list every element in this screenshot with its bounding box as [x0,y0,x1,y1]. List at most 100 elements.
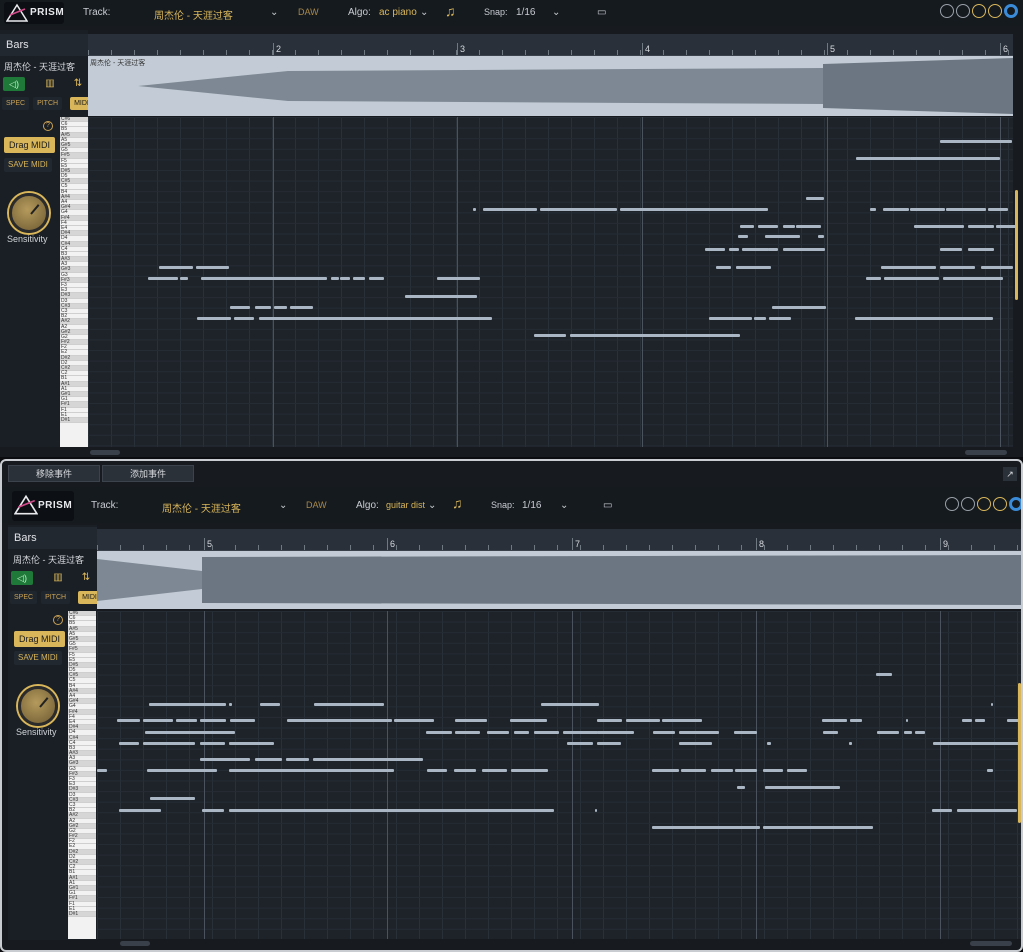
redo-icon[interactable] [961,497,975,511]
midi-note[interactable] [597,719,622,722]
midi-note[interactable] [117,719,140,722]
midi-note[interactable] [772,306,826,309]
midi-note[interactable] [818,235,824,238]
midi-note[interactable] [796,225,821,228]
piano-key[interactable]: D#1 [68,911,96,918]
midi-note[interactable] [914,225,964,228]
midi-note[interactable] [148,277,178,280]
track-select[interactable]: 周杰伦 - 天涯过客 [154,7,233,22]
chevron-down-icon[interactable]: ⌄ [428,500,436,511]
power-icon[interactable] [1004,4,1018,18]
midi-note[interactable] [876,673,892,676]
chevron-down-icon[interactable]: ⌄ [560,500,568,511]
midi-note[interactable] [150,797,195,800]
bar-ruler[interactable]: 5 6 7 8 9 [97,529,1021,551]
midi-note[interactable] [405,295,477,298]
midi-note[interactable] [97,769,107,772]
midi-note[interactable] [981,266,1013,269]
midi-note[interactable] [806,197,824,200]
midi-note[interactable] [159,266,193,269]
vertical-scrollbar[interactable] [1015,190,1018,300]
help-icon[interactable] [993,497,1007,511]
monitor-icon[interactable]: ▭ [597,7,606,18]
midi-note[interactable] [679,742,712,745]
midi-note[interactable] [850,719,862,722]
midi-note[interactable] [763,769,783,772]
chevron-down-icon[interactable]: ⌄ [279,500,287,511]
midi-note[interactable] [511,769,548,772]
midi-note[interactable] [200,742,225,745]
waveform[interactable] [97,551,1021,609]
midi-note[interactable] [652,826,760,829]
midi-note[interactable] [653,731,675,734]
midi-note[interactable] [783,248,825,251]
midi-note[interactable] [287,719,392,722]
midi-note[interactable] [763,826,873,829]
chevron-down-icon[interactable]: ⌄ [270,7,278,18]
midi-note[interactable] [943,277,1003,280]
midi-note[interactable] [987,769,993,772]
midi-note[interactable] [915,731,925,734]
piano-roll-grid[interactable] [97,611,1021,939]
daw-button[interactable]: DAW [306,500,327,510]
midi-note[interactable] [740,225,754,228]
midi-note[interactable] [652,769,679,772]
midi-note[interactable] [597,731,634,734]
chevron-down-icon[interactable]: ⌄ [420,7,428,18]
zoom-scrollbar[interactable] [970,941,1012,946]
midi-note[interactable] [877,731,899,734]
spec-button[interactable]: SPEC [2,97,30,110]
expand-icon[interactable]: ↗ [1003,467,1017,481]
midi-note[interactable] [567,703,599,706]
midi-note[interactable] [426,731,452,734]
midi-note[interactable] [563,731,598,734]
midi-note[interactable] [331,277,339,280]
midi-note[interactable] [454,769,476,772]
midi-note[interactable] [274,306,287,309]
midi-note[interactable] [884,277,939,280]
gear-icon[interactable] [972,4,986,18]
midi-note[interactable] [147,769,217,772]
midi-note[interactable] [119,742,139,745]
redo-icon[interactable] [956,4,970,18]
midi-note[interactable] [353,277,365,280]
midi-note[interactable] [314,703,384,706]
piano-keys[interactable]: C#6 C6 B5 A#5 A5 G#5 G5 F#5 F5 E5 D#5 D5 C#5 C5 B4 A#4 A… [68,611,96,939]
midi-note[interactable] [620,208,768,211]
midi-note[interactable] [736,266,771,269]
midi-note[interactable] [229,769,394,772]
midi-note[interactable] [681,769,706,772]
midi-note[interactable] [765,786,840,789]
midi-note[interactable] [933,742,1021,745]
bar-ruler[interactable]: 2 3 4 5 6 [88,34,1013,56]
music-note-icon[interactable]: ♫ [445,3,456,19]
midi-note[interactable] [768,248,778,251]
midi-note[interactable] [910,157,1000,160]
waveform[interactable]: 周杰伦 - 天涯过客 [88,56,1013,116]
drag-midi-button[interactable]: Drag MIDI [4,137,56,153]
piano-key[interactable]: D#1 [60,417,88,424]
track-select[interactable]: 周杰伦 - 天涯过客 [162,500,241,515]
chevron-down-icon[interactable]: ⌄ [552,7,560,18]
midi-note[interactable] [910,208,945,211]
midi-note[interactable] [679,731,719,734]
midi-note[interactable] [758,225,778,228]
sensitivity-knob[interactable] [9,193,49,233]
midi-note[interactable] [176,719,197,722]
midi-note[interactable] [567,742,593,745]
midi-note[interactable] [427,769,447,772]
midi-note[interactable] [705,248,725,251]
midi-note[interactable] [783,225,795,228]
midi-note[interactable] [487,731,509,734]
midi-note[interactable] [286,758,309,761]
midi-note[interactable] [255,758,282,761]
help-icon[interactable]: ? [53,615,63,625]
vertical-scrollbar[interactable] [1018,683,1021,823]
speaker-icon[interactable]: ◁) [3,77,25,91]
midi-note[interactable] [709,317,752,320]
midi-note[interactable] [787,769,807,772]
help-icon[interactable] [988,4,1002,18]
music-note-icon[interactable]: ♫ [452,495,463,511]
midi-note[interactable] [962,719,972,722]
midi-note[interactable] [735,769,757,772]
